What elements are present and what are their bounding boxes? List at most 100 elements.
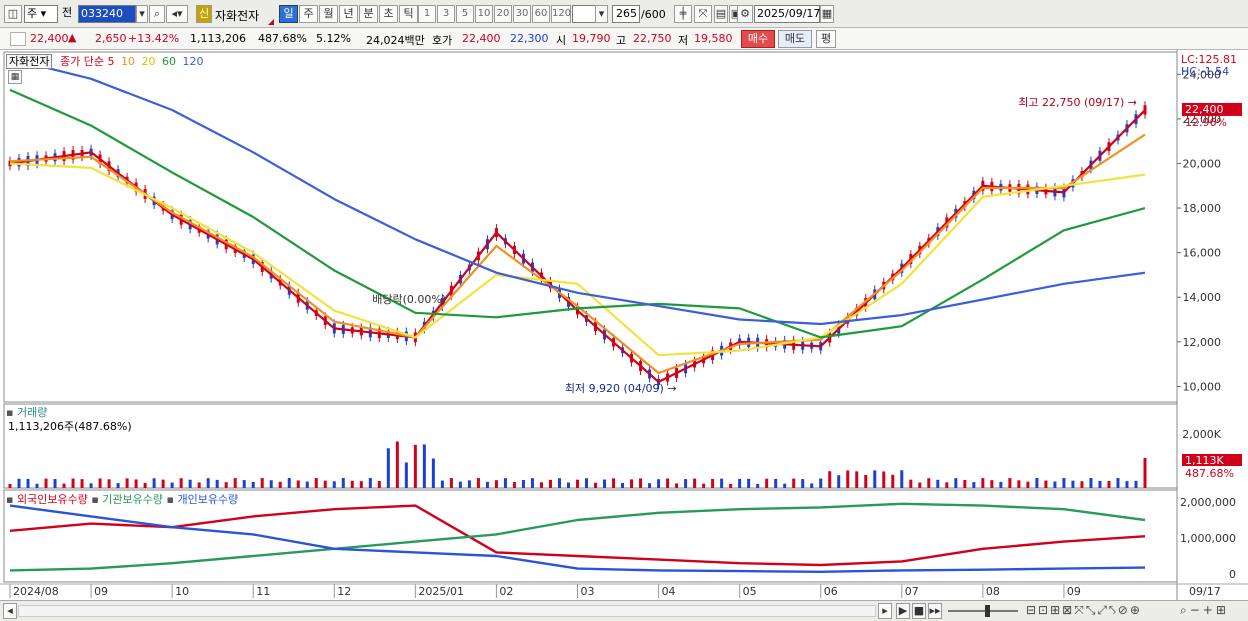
stop-icon[interactable]: ■: [912, 603, 926, 619]
volume-bar: [521, 479, 525, 488]
interval-1[interactable]: 1: [418, 5, 436, 23]
x-tick-label: 09: [1067, 585, 1081, 598]
zoom-slider-handle[interactable]: [985, 605, 990, 617]
period-second[interactable]: 초: [379, 5, 398, 23]
volume-bar: [377, 481, 381, 488]
crosshair-icon[interactable]: ⤧: [694, 5, 712, 23]
candle-icon[interactable]: ╪: [674, 5, 692, 23]
volume-bar: [341, 478, 345, 488]
print-icon[interactable]: ▤: [714, 5, 728, 23]
volume-bar: [188, 479, 192, 488]
volume-bar: [738, 478, 742, 488]
holding-tick-label: 2,000,000: [1180, 496, 1236, 509]
period-week[interactable]: 주: [299, 5, 318, 23]
volume-bar: [125, 478, 129, 488]
stock-code-input[interactable]: 033240: [78, 5, 136, 23]
scroll-left-icon[interactable]: ◂: [3, 603, 17, 619]
quote-ask: 22,400: [462, 32, 501, 45]
volume-bar: [990, 480, 994, 488]
x-tick-label: 06: [824, 585, 838, 598]
interval-60[interactable]: 60: [532, 5, 550, 23]
volume-bar: [8, 484, 12, 488]
sell-button[interactable]: 매도: [778, 30, 812, 48]
zoom-slider[interactable]: [948, 610, 1018, 612]
period-day[interactable]: 일: [279, 5, 298, 23]
volume-bar: [566, 482, 570, 488]
volume-bar: [1143, 458, 1147, 488]
period-tick[interactable]: 틱: [399, 5, 418, 23]
volume-bar: [1008, 478, 1012, 488]
x-tick-label: 2025/01: [418, 585, 464, 598]
search-icon[interactable]: ⌕: [149, 5, 165, 23]
interval-10[interactable]: 10: [475, 5, 493, 23]
scrollbar-track[interactable]: [18, 605, 876, 617]
fast-forward-icon[interactable]: ▸▸: [928, 603, 942, 619]
interval-30[interactable]: 30: [513, 5, 531, 23]
volume-bar: [1062, 478, 1066, 488]
volume-bar: [413, 444, 417, 488]
quote-volume-ratio: 487.68%: [258, 32, 307, 45]
volume-bar: [503, 478, 507, 488]
holdings-legend: ▪ 외국인보유수량 ▪ 기관보유수량 ▪ 개인보유수량: [6, 493, 239, 506]
volume-bar: [530, 478, 534, 488]
eval-button[interactable]: 평: [816, 30, 836, 48]
period-month[interactable]: 월: [319, 5, 338, 23]
volume-bar: [666, 478, 670, 488]
period-year[interactable]: 년: [339, 5, 358, 23]
volume-bar: [945, 482, 949, 488]
period-minute[interactable]: 분: [359, 5, 378, 23]
play-icon[interactable]: ▶: [896, 603, 910, 619]
dropdown-arrow-icon[interactable]: ▾: [595, 5, 608, 23]
speaker-icon[interactable]: ◂▾: [166, 5, 188, 23]
volume-bar: [422, 444, 426, 488]
volume-bar: [585, 478, 589, 488]
high-label: 고: [616, 34, 627, 47]
zoom-tools-icons[interactable]: ⌕−+⊞: [1180, 603, 1229, 618]
dropdown-arrow-icon[interactable]: ▾: [136, 5, 148, 23]
volume-bar: [792, 478, 796, 488]
bottom-toolbar: ◂ ▸ ▶ ■ ▸▸ ⊟⊡⊞⊠⤧⤡⤢⤣⊘⊕ ⌕−+⊞: [0, 600, 1248, 621]
interval-20[interactable]: 20: [494, 5, 512, 23]
scroll-right-icon[interactable]: ▸: [878, 603, 892, 619]
volume-bar: [855, 471, 859, 488]
volume-bar: [648, 483, 652, 488]
high-annotation: 최고 22,750 (09/17) →: [1018, 96, 1137, 109]
volume-bar: [1017, 480, 1021, 488]
quote-amount: 24,024백만: [366, 34, 425, 47]
ma-5: 5: [107, 55, 115, 68]
layout-icon[interactable]: ◫: [4, 5, 22, 23]
date-input[interactable]: 2025/09/17: [754, 5, 820, 23]
drawing-tools-icons[interactable]: ⊟⊡⊞⊠⤧⤡⤢⤣⊘⊕: [1026, 603, 1142, 618]
legend-individual: 개인보유수량: [177, 493, 239, 506]
quote-open: 19,790: [572, 32, 611, 45]
calendar-icon[interactable]: ▦: [820, 5, 834, 23]
volume-value: 1,113,206주(487.68%): [8, 420, 132, 433]
interval-5[interactable]: 5: [456, 5, 474, 23]
ma-120: 120: [182, 55, 204, 68]
volume-bar: [747, 478, 751, 488]
volume-bar: [639, 478, 643, 488]
volume-bar: [287, 478, 291, 488]
volume-bar: [215, 479, 219, 488]
interval-3[interactable]: 3: [437, 5, 455, 23]
buy-button[interactable]: 매수: [741, 30, 775, 48]
x-tick-label: 07: [905, 585, 919, 598]
ma-60: 60: [161, 55, 176, 68]
price-tick-label: 18,000: [1183, 202, 1222, 215]
volume-bar: [954, 478, 958, 488]
ma-20: 20: [141, 55, 156, 68]
price-tick-label: 10,000: [1183, 380, 1222, 393]
volume-bar: [774, 478, 778, 488]
volume-bar: [116, 483, 120, 488]
dividend-annotation: 배당락(0.00%): [372, 293, 446, 306]
interval-120[interactable]: 120: [551, 5, 571, 23]
chart-canvas[interactable]: 24,00022,00020,00018,00016,00014,00012,0…: [0, 50, 1248, 600]
settings-icon[interactable]: ⚙: [737, 5, 753, 23]
quote-box: [10, 32, 26, 46]
volume-bar: [494, 480, 498, 488]
table-icon[interactable]: ▦: [8, 70, 22, 84]
market-type-select[interactable]: 주 ▾: [24, 5, 58, 23]
range-input[interactable]: 265: [612, 5, 640, 23]
volume-bar: [170, 482, 174, 488]
ma-title: 종가 단순: [59, 55, 104, 68]
